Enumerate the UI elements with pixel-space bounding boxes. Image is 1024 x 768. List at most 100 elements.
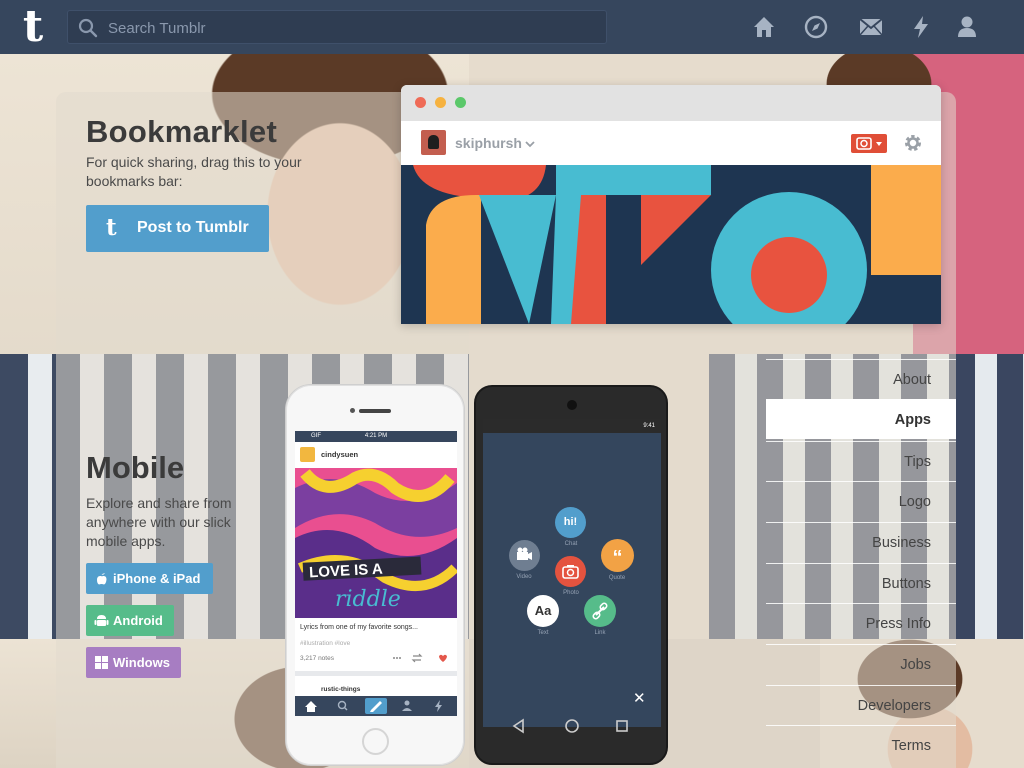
iphone-time: 4:21 PM: [364, 433, 388, 439]
iphone-camera: [350, 408, 355, 413]
home-icon[interactable]: [751, 14, 777, 40]
link-label: Link: [594, 630, 606, 636]
chat-label: Chat: [564, 541, 578, 547]
android-screen: 9:41 hi! Chat “ Quote Video Photo Aa Tex…: [483, 419, 661, 727]
bookmarklet-preview-window: skiphursh: [401, 85, 941, 324]
tumblr-logo[interactable]: t: [16, 5, 50, 49]
gear-icon: [905, 135, 921, 151]
post-actions: [393, 653, 447, 663]
android-button[interactable]: Android: [86, 605, 174, 636]
post-header: skiphursh: [401, 121, 941, 166]
side-nav-label: About: [893, 372, 931, 388]
inbox-icon[interactable]: [858, 14, 884, 40]
iphone-tab-bar: [295, 696, 457, 716]
explore-icon[interactable]: [803, 14, 829, 40]
bookmarklet-title: Bookmarklet: [86, 114, 278, 149]
avatar: [300, 447, 315, 462]
side-nav-tips[interactable]: Tips: [766, 441, 956, 481]
chevron-down-icon: [525, 141, 535, 148]
post-header: cindysuen: [295, 442, 457, 468]
window-chrome: [401, 85, 941, 121]
camera-icon: [562, 565, 579, 579]
maximize-dot-icon: [455, 97, 466, 108]
avatar: [421, 130, 446, 155]
minimize-dot-icon: [435, 97, 446, 108]
chat-post-bubble: hi!: [555, 507, 586, 538]
side-nav-label: Business: [872, 535, 931, 551]
tumblr-t-icon: t: [106, 214, 117, 241]
android-mockup: 9:41 hi! Chat “ Quote Video Photo Aa Tex…: [474, 385, 668, 765]
iphone-speaker: [359, 409, 391, 413]
search-box: [67, 10, 607, 45]
iphone-ipad-label: iPhone & iPad: [113, 571, 201, 586]
video-camera-icon: [517, 547, 532, 560]
photo-post-bubble: [555, 556, 586, 587]
android-label: Android: [113, 613, 163, 628]
activity-icon[interactable]: [908, 14, 934, 40]
blog-name: skiphursh: [455, 135, 522, 151]
text-label: Text: [537, 630, 549, 636]
next-post-blog: rustic-things: [321, 686, 361, 693]
side-nav-label: Tips: [904, 454, 931, 470]
apple-icon: [97, 573, 107, 585]
video-post-bubble: [509, 540, 540, 571]
mobile-description: Explore and share from anywhere with our…: [86, 495, 232, 549]
close-dot-icon: [415, 97, 426, 108]
tab-icons: [305, 698, 442, 714]
geometric-artwork: [401, 165, 941, 324]
windows-label: Windows: [113, 655, 170, 670]
side-nav-apps[interactable]: Apps: [766, 399, 956, 439]
quote-post-bubble: “: [601, 539, 634, 572]
side-nav-label: Apps: [894, 412, 931, 428]
post-tags: #illustration #love: [300, 640, 351, 647]
side-nav-developers[interactable]: Developers: [766, 685, 956, 725]
search-icon: [78, 18, 98, 38]
side-nav-terms[interactable]: Terms: [766, 725, 956, 765]
link-icon: [592, 602, 608, 620]
search-input[interactable]: [106, 11, 600, 45]
windows-button[interactable]: Windows: [86, 647, 181, 678]
side-nav-label: Developers: [857, 698, 931, 714]
android-status-bar: 9:41: [483, 419, 661, 433]
android-camera: [567, 400, 577, 410]
camera-post-button: [851, 134, 887, 153]
side-nav-business[interactable]: Business: [766, 522, 956, 562]
text-post-bubble: Aa: [527, 595, 559, 627]
post-caption: Lyrics from one of my favorite songs...: [300, 624, 419, 631]
video-label: Video: [516, 574, 532, 580]
post-to-tumblr-button[interactable]: t Post to Tumblr: [86, 205, 269, 252]
close-icon: ✕: [633, 690, 646, 707]
art-text-riddle: riddle: [335, 587, 401, 612]
side-nav-about[interactable]: About: [766, 359, 956, 399]
side-nav-label: Jobs: [900, 657, 931, 673]
post-illustration: LOVE IS A riddle: [295, 468, 457, 618]
side-nav-logo[interactable]: Logo: [766, 481, 956, 521]
side-nav-jobs[interactable]: Jobs: [766, 644, 956, 684]
iphone-ipad-button[interactable]: iPhone & iPad: [86, 563, 213, 594]
iphone-status-bar: GIF 4:21 PM: [295, 431, 457, 442]
android-nav-bar: [512, 718, 628, 734]
android-icon: [94, 615, 109, 626]
link-post-bubble: [584, 595, 616, 627]
post-blog-name: cindysuen: [321, 450, 359, 459]
quote-label: Quote: [608, 575, 626, 581]
side-nav-label: Press Info: [865, 616, 931, 632]
iphone-mockup: GIF 4:21 PM cindysuen LOVE IS A riddle L…: [285, 384, 465, 766]
side-nav-label: Buttons: [881, 576, 931, 592]
side-nav-buttons[interactable]: Buttons: [766, 563, 956, 603]
carrier-text: GIF: [311, 433, 321, 439]
side-nav-press-info[interactable]: Press Info: [766, 603, 956, 643]
camera-icon: [856, 137, 882, 150]
iphone-home-button: [362, 728, 389, 755]
side-nav-label: Terms: [891, 738, 931, 754]
iphone-screen: GIF 4:21 PM cindysuen LOVE IS A riddle L…: [295, 431, 457, 716]
mobile-title: Mobile: [86, 450, 185, 485]
android-time: 9:41: [643, 423, 655, 429]
account-icon[interactable]: [954, 14, 980, 40]
post-notes: 3,217 notes: [300, 655, 334, 662]
top-navigation-bar: t: [0, 0, 1024, 54]
post-to-tumblr-label: Post to Tumblr: [137, 219, 249, 236]
bookmarklet-description: For quick sharing, drag this to your boo…: [86, 154, 302, 189]
side-nav-label: Logo: [898, 494, 931, 510]
windows-icon: [95, 656, 108, 669]
